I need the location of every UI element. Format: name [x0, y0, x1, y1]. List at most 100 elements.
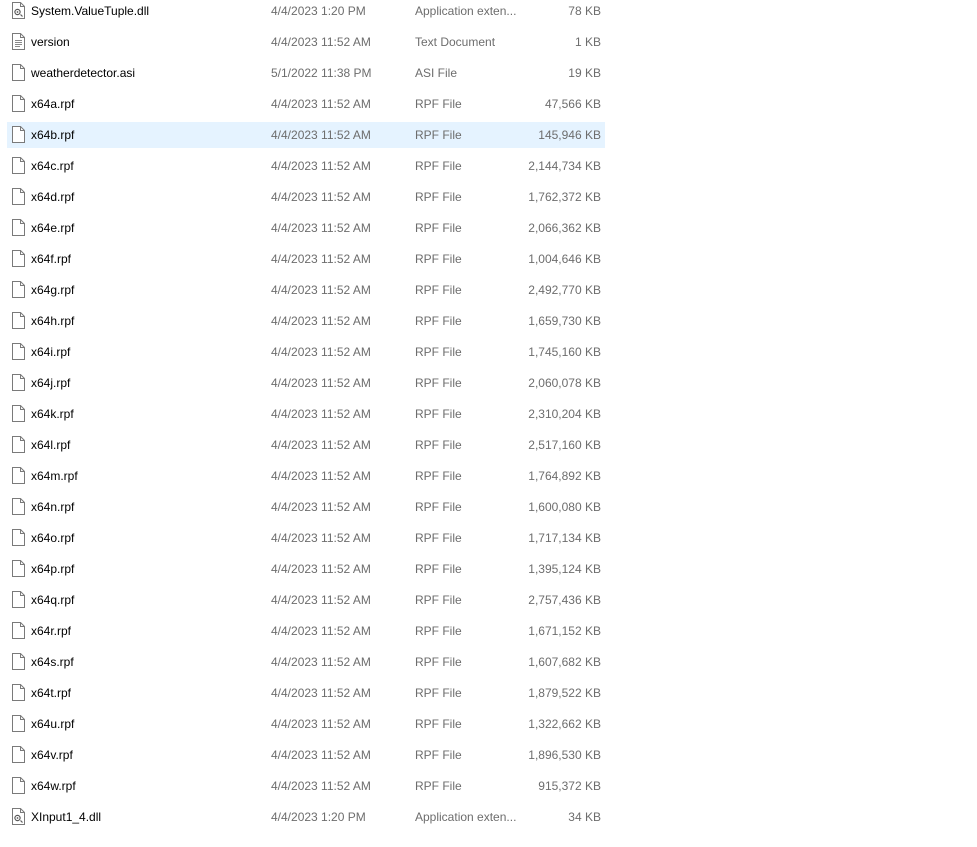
- file-row[interactable]: x64q.rpf 4/4/2023 11:52 AM RPF File 2,757,4…: [7, 587, 605, 613]
- file-icon: [12, 560, 25, 577]
- file-name: x64v.rpf: [31, 748, 73, 762]
- file-size: 19 KB: [568, 66, 601, 80]
- file-size: 47,566 KB: [544, 97, 601, 111]
- file-size: 1,745,160 KB: [528, 345, 601, 359]
- file-icon: [12, 95, 25, 112]
- file-type: RPF File: [415, 221, 462, 235]
- file-row[interactable]: x64t.rpf 4/4/2023 11:52 AM RPF File 1,879,5…: [7, 680, 605, 706]
- file-row[interactable]: x64h.rpf 4/4/2023 11:52 AM RPF File 1,659,7…: [7, 308, 605, 334]
- file-row[interactable]: XInput1_4.dll 4/4/2023 1:20 PM Application…: [7, 804, 605, 830]
- file-name: x64n.rpf: [31, 500, 75, 514]
- file-icon: [12, 126, 25, 143]
- file-name: x64q.rpf: [31, 593, 75, 607]
- file-date-modified: 4/4/2023 11:52 AM: [271, 531, 371, 545]
- file-row[interactable]: x64s.rpf 4/4/2023 11:52 AM RPF File 1,607,6…: [7, 649, 605, 675]
- file-name: System.ValueTuple.dll: [31, 4, 150, 18]
- file-size: 1,395,124 KB: [528, 562, 601, 576]
- file-icon: [12, 281, 25, 298]
- file-date-modified: 4/4/2023 11:52 AM: [271, 779, 371, 793]
- file-type: Text Document: [415, 35, 496, 49]
- file-row[interactable]: x64i.rpf 4/4/2023 11:52 AM RPF File 1,745,1…: [7, 339, 605, 365]
- file-size: 1 KB: [574, 35, 601, 49]
- file-icon: [12, 436, 25, 453]
- file-name: x64l.rpf: [31, 438, 71, 452]
- file-size: 1,717,134 KB: [528, 531, 601, 545]
- file-type: RPF File: [415, 469, 462, 483]
- file-row[interactable]: x64j.rpf 4/4/2023 11:52 AM RPF File 2,060,0…: [7, 370, 605, 396]
- file-type: RPF File: [415, 159, 462, 173]
- text-file-icon: [12, 33, 25, 50]
- file-name: x64i.rpf: [31, 345, 71, 359]
- file-size: 2,310,204 KB: [528, 407, 601, 421]
- file-row[interactable]: x64d.rpf 4/4/2023 11:52 AM RPF File 1,762,3…: [7, 184, 605, 210]
- file-size: 2,517,160 KB: [528, 438, 601, 452]
- file-name: version: [31, 35, 70, 49]
- file-row[interactable]: x64g.rpf 4/4/2023 11:52 AM RPF File 2,492,7…: [7, 277, 605, 303]
- file-row[interactable]: version 4/4/2023 11:52 AM Text Document 1 K…: [7, 29, 605, 55]
- file-size: 1,896,530 KB: [528, 748, 601, 762]
- file-icon: [12, 343, 25, 360]
- file-icon: [12, 157, 25, 174]
- file-type: RPF File: [415, 345, 462, 359]
- file-name: x64p.rpf: [31, 562, 75, 576]
- file-type: RPF File: [415, 407, 462, 421]
- file-size: 145,946 KB: [538, 128, 601, 142]
- file-name: x64a.rpf: [31, 97, 75, 111]
- file-name: x64k.rpf: [31, 407, 74, 421]
- file-row[interactable]: x64m.rpf 4/4/2023 11:52 AM RPF File 1,764,8…: [7, 463, 605, 489]
- dll-file-icon: [12, 808, 25, 825]
- file-row[interactable]: x64w.rpf 4/4/2023 11:52 AM RPF File 915,372…: [7, 773, 605, 799]
- file-type: RPF File: [415, 376, 462, 390]
- file-date-modified: 4/4/2023 11:52 AM: [271, 35, 371, 49]
- file-row[interactable]: x64b.rpf 4/4/2023 11:52 AM RPF File 145,946…: [7, 122, 605, 148]
- file-name: x64t.rpf: [31, 686, 72, 700]
- file-icon: [12, 250, 25, 267]
- file-type: RPF File: [415, 593, 462, 607]
- file-icon: [12, 777, 25, 794]
- file-row[interactable]: x64f.rpf 4/4/2023 11:52 AM RPF File 1,004,6…: [7, 246, 605, 272]
- file-type: RPF File: [415, 128, 462, 142]
- file-row[interactable]: x64p.rpf 4/4/2023 11:52 AM RPF File 1,395,1…: [7, 556, 605, 582]
- file-size: 2,492,770 KB: [528, 283, 601, 297]
- file-row[interactable]: x64a.rpf 4/4/2023 11:52 AM RPF File 47,566 …: [7, 91, 605, 117]
- file-row[interactable]: x64v.rpf 4/4/2023 11:52 AM RPF File 1,896,5…: [7, 742, 605, 768]
- file-name: x64o.rpf: [31, 531, 75, 545]
- file-row[interactable]: x64c.rpf 4/4/2023 11:52 AM RPF File 2,144,7…: [7, 153, 605, 179]
- file-row[interactable]: x64k.rpf 4/4/2023 11:52 AM RPF File 2,310,2…: [7, 401, 605, 427]
- file-name: x64r.rpf: [31, 624, 72, 638]
- file-date-modified: 4/4/2023 11:52 AM: [271, 345, 371, 359]
- file-icon: [12, 188, 25, 205]
- file-row[interactable]: x64u.rpf 4/4/2023 11:52 AM RPF File 1,322,6…: [7, 711, 605, 737]
- file-row[interactable]: x64o.rpf 4/4/2023 11:52 AM RPF File 1,717,1…: [7, 525, 605, 551]
- file-size: 1,879,522 KB: [528, 686, 601, 700]
- file-type: RPF File: [415, 562, 462, 576]
- file-date-modified: 4/4/2023 11:52 AM: [271, 500, 371, 514]
- file-name: x64u.rpf: [31, 717, 75, 731]
- file-type: RPF File: [415, 717, 462, 731]
- file-icon: [12, 467, 25, 484]
- file-date-modified: 4/4/2023 11:52 AM: [271, 562, 371, 576]
- file-row[interactable]: System.ValueTuple.dll 4/4/2023 1:20 PM App…: [7, 0, 605, 24]
- file-type: RPF File: [415, 655, 462, 669]
- file-row[interactable]: x64e.rpf 4/4/2023 11:52 AM RPF File 2,066,3…: [7, 215, 605, 241]
- file-size: 2,757,436 KB: [528, 593, 601, 607]
- file-row[interactable]: weatherdetector.asi 5/1/2022 11:38 PM ASI …: [7, 60, 605, 86]
- file-icon: [12, 405, 25, 422]
- file-list: System.ValueTuple.dll 4/4/2023 1:20 PM App…: [0, 0, 977, 847]
- file-date-modified: 4/4/2023 11:52 AM: [271, 686, 371, 700]
- file-date-modified: 4/4/2023 11:52 AM: [271, 97, 371, 111]
- file-row[interactable]: x64n.rpf 4/4/2023 11:52 AM RPF File 1,600,0…: [7, 494, 605, 520]
- file-icon: [12, 219, 25, 236]
- file-name: x64g.rpf: [31, 283, 75, 297]
- file-icon: [12, 591, 25, 608]
- file-size: 2,066,362 KB: [528, 221, 601, 235]
- file-type: RPF File: [415, 531, 462, 545]
- file-type: RPF File: [415, 624, 462, 638]
- file-type: RPF File: [415, 779, 462, 793]
- file-name: x64j.rpf: [31, 376, 71, 390]
- file-type: Application exten...: [415, 810, 517, 824]
- file-row[interactable]: x64r.rpf 4/4/2023 11:52 AM RPF File 1,671,1…: [7, 618, 605, 644]
- file-size: 2,060,078 KB: [528, 376, 601, 390]
- file-row[interactable]: x64l.rpf 4/4/2023 11:52 AM RPF File 2,517,1…: [7, 432, 605, 458]
- file-icon: [12, 529, 25, 546]
